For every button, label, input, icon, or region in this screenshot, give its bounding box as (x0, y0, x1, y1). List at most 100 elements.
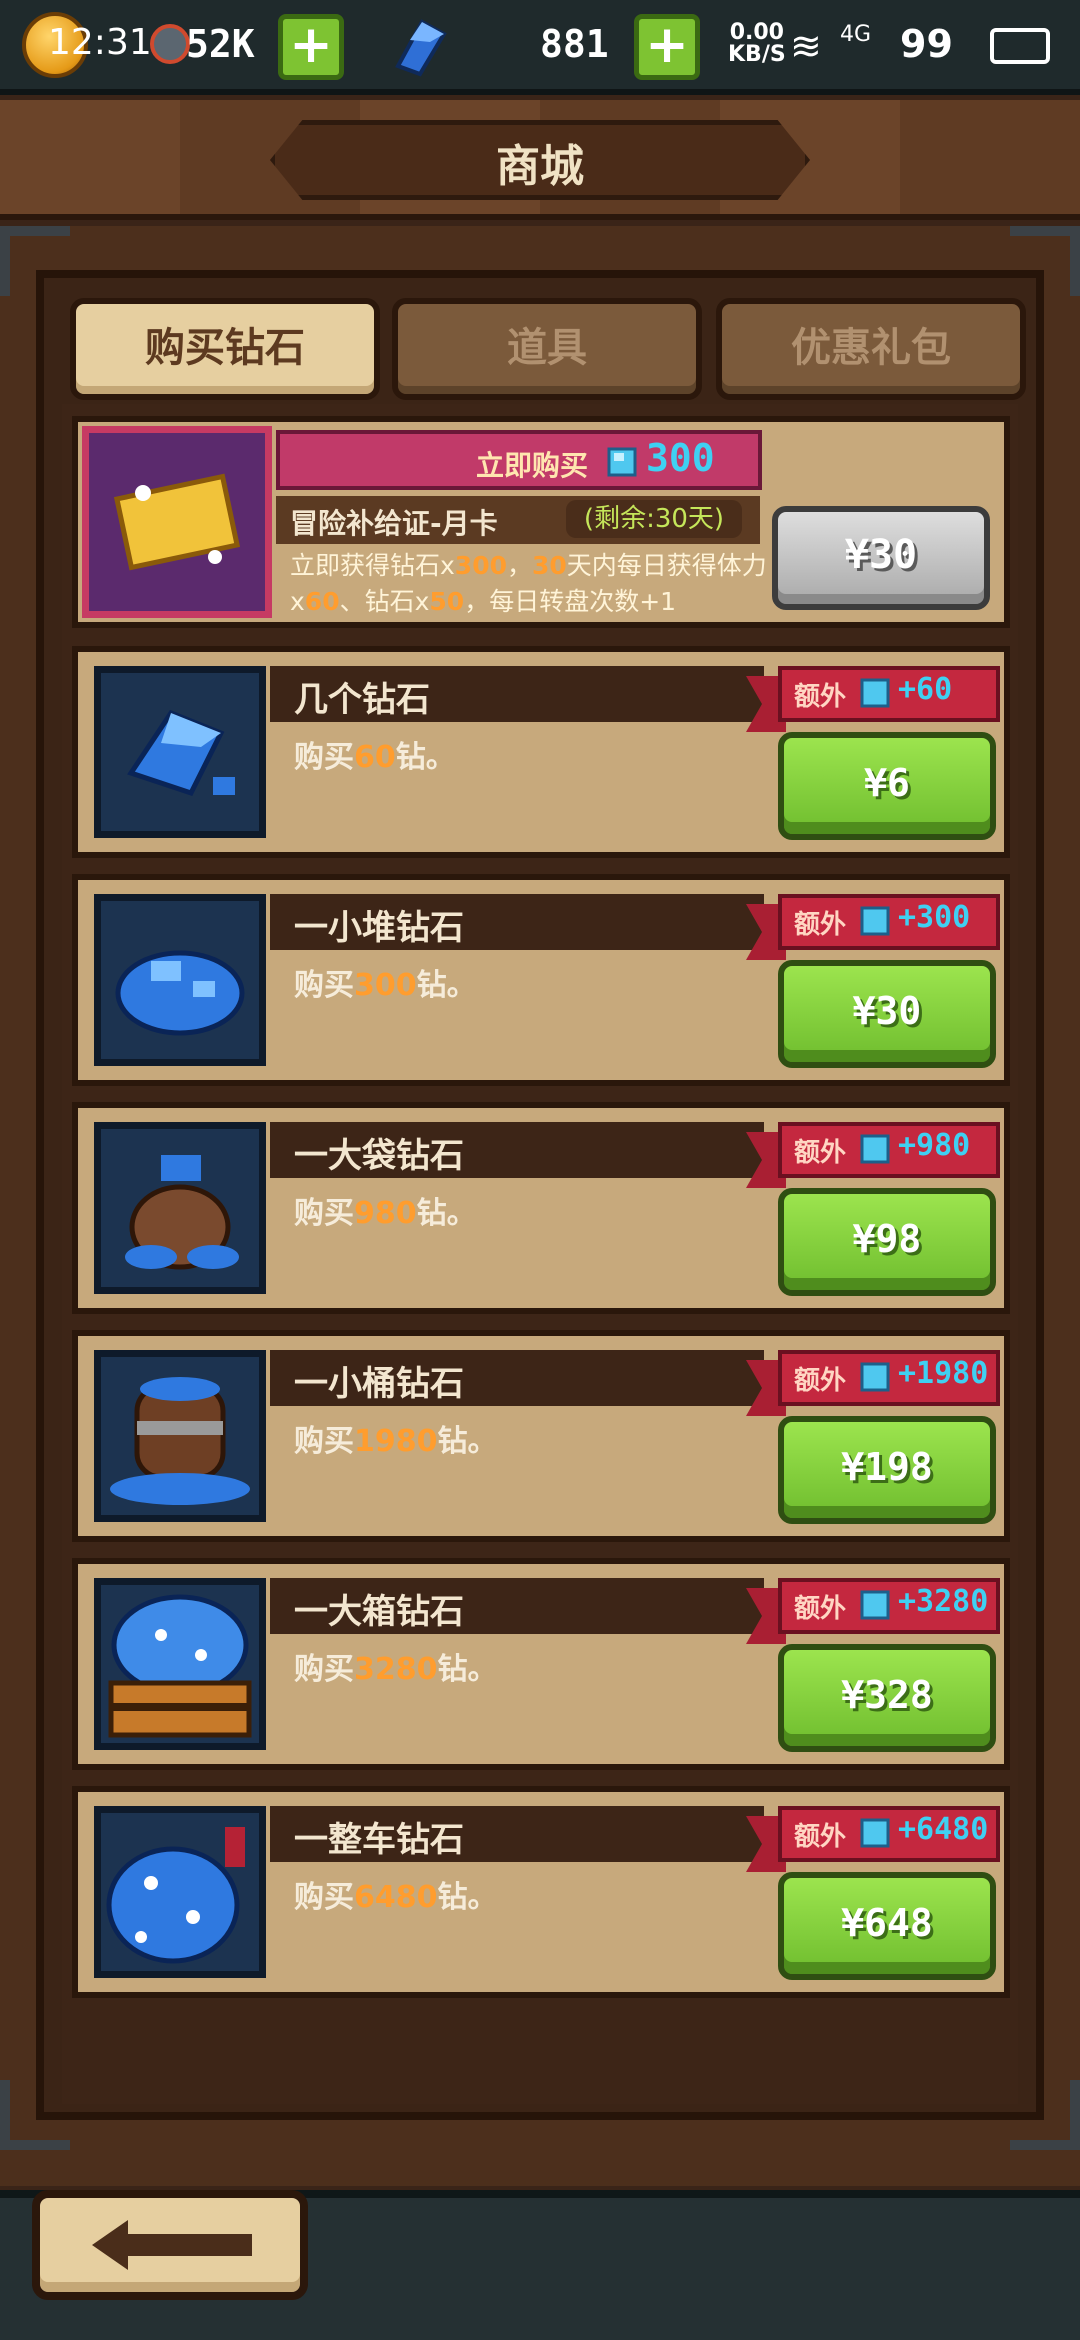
desc-prefix: 购买 (294, 1652, 354, 1687)
product-amount: 3280 (354, 1652, 438, 1687)
bonus-label: 额外 (794, 1822, 847, 1852)
product-amount: 980 (354, 1196, 417, 1231)
bonus-label: 额外 (794, 1138, 847, 1168)
desc-suffix: 钻。 (416, 968, 477, 1003)
diamond-barrel-icon (94, 1350, 266, 1522)
energy-count: 52K (186, 22, 255, 66)
buy-now-label: 立即购买 (476, 449, 589, 482)
product-name: 一整车钻石 (294, 1820, 464, 1860)
frame-corner-top-left (0, 226, 70, 296)
bonus-label: 额外 (794, 910, 847, 940)
gem-icon (395, 19, 447, 77)
product-description: 购买300钻。 (294, 960, 477, 1004)
gem-icon (860, 1818, 890, 1848)
product-name: 一大箱钻石 (294, 1592, 464, 1632)
desc-part: ， (506, 551, 532, 580)
monthly-card-remaining: (剩余:30天) (566, 500, 742, 538)
signal-icon: 4G (840, 22, 871, 47)
product-row: 一大袋钻石 购买980钻。 额外 +980 ¥98 (72, 1102, 1010, 1314)
product-amount: 1980 (354, 1424, 438, 1459)
gem-icon (607, 447, 637, 477)
buy-price-button[interactable]: ¥198 (778, 1416, 996, 1524)
product-name: 一大袋钻石 (294, 1136, 464, 1176)
diamond-bag-icon (94, 1122, 266, 1294)
network-speed: 0.00 KB/S (728, 22, 786, 66)
product-row: 一整车钻石 购买6480钻。 额外 +6480 ¥648 (72, 1786, 1010, 1998)
desc-suffix: 钻。 (437, 1424, 498, 1459)
energy-icon (150, 24, 190, 64)
product-amount: 6480 (354, 1880, 438, 1915)
product-amount: 300 (354, 968, 417, 1003)
gem-icon (860, 1590, 890, 1620)
page-title: 商城 (496, 141, 584, 192)
back-arrow-icon (92, 2220, 252, 2270)
diamond-cart-icon (94, 1806, 266, 1978)
desc-highlight: 30 (532, 551, 567, 580)
frame-corner-bottom-right (1010, 2080, 1080, 2150)
gem-icon (860, 1362, 890, 1392)
network-speed-value: 0.00 (729, 20, 784, 45)
desc-prefix: 购买 (294, 740, 354, 775)
product-name: 一小桶钻石 (294, 1364, 464, 1404)
add-energy-button[interactable]: + (278, 14, 344, 80)
bonus-value: +1980 (898, 1356, 989, 1391)
add-gems-button[interactable]: + (634, 14, 700, 80)
top-resource-bar: 12:31 52K + 881 + 0.00 KB/S ≋ 4G 99 (0, 0, 1080, 95)
desc-part: ，每日转盘次数+1 (464, 587, 677, 616)
desc-suffix: 钻。 (395, 740, 456, 775)
bonus-label: 额外 (794, 1594, 847, 1624)
product-row: 几个钻石 购买60钻。 额外 +60 ¥6 (72, 646, 1010, 858)
tab-items[interactable]: 道具 (392, 298, 702, 400)
buy-price-button[interactable]: ¥98 (778, 1188, 996, 1296)
gem-icon (860, 1134, 890, 1164)
product-description: 购买1980钻。 (294, 1416, 498, 1460)
buy-price-button[interactable]: ¥648 (778, 1872, 996, 1980)
status-time: 12:31 (48, 22, 152, 63)
battery-level: 99 (900, 22, 953, 66)
battery-icon (990, 28, 1050, 64)
product-description: 购买3280钻。 (294, 1644, 498, 1688)
monthly-pass-ticket-icon (82, 426, 272, 618)
product-name: 几个钻石 (294, 680, 430, 720)
tab-special-packs[interactable]: 优惠礼包 (716, 298, 1026, 400)
product-row: 一小桶钻石 购买1980钻。 额外 +1980 ¥198 (72, 1330, 1010, 1542)
tab-buy-diamonds[interactable]: 购买钻石 (70, 298, 380, 400)
product-row: 一小堆钻石 购买300钻。 额外 +300 ¥30 (72, 874, 1010, 1086)
desc-prefix: 购买 (294, 1880, 354, 1915)
bonus-label: 额外 (794, 682, 847, 712)
buy-price-button[interactable]: ¥328 (778, 1644, 996, 1752)
desc-suffix: 钻。 (437, 1880, 498, 1915)
instant-gem-value: 300 (646, 436, 715, 480)
desc-part: 、钻石x (339, 587, 430, 616)
bonus-label: 额外 (794, 1366, 847, 1396)
desc-highlight: 60 (304, 587, 340, 616)
desc-prefix: 购买 (294, 968, 354, 1003)
desc-prefix: 购买 (294, 1196, 354, 1231)
frame-corner-top-right (1010, 226, 1080, 296)
monthly-card-title: 冒险补给证-月卡 (290, 507, 498, 540)
network-speed-unit: KB/S (728, 42, 786, 67)
monthly-card-price-button[interactable]: ¥30 (772, 506, 990, 610)
desc-highlight: 300 (454, 551, 507, 580)
buy-price-button[interactable]: ¥30 (778, 960, 996, 1068)
bonus-value: +3280 (898, 1584, 989, 1619)
diamond-chest-icon (94, 1578, 266, 1750)
buy-price-button[interactable]: ¥6 (778, 732, 996, 840)
product-description: 购买6480钻。 (294, 1872, 498, 1916)
gem-count: 881 (540, 22, 609, 66)
diamond-pile-icon (94, 894, 266, 1066)
desc-part: 立即获得钻石x (290, 551, 455, 580)
bonus-value: +980 (898, 1128, 971, 1163)
network-type: 4G (840, 22, 872, 47)
desc-prefix: 购买 (294, 1424, 354, 1459)
gem-icon (860, 678, 890, 708)
product-amount: 60 (354, 740, 396, 775)
desc-part: x (290, 587, 305, 616)
diamond-few-icon (94, 666, 266, 838)
desc-suffix: 钻。 (437, 1652, 498, 1687)
bonus-value: +6480 (898, 1812, 989, 1847)
product-row: 一大箱钻石 购买3280钻。 额外 +3280 ¥328 (72, 1558, 1010, 1770)
desc-suffix: 钻。 (416, 1196, 477, 1231)
monthly-card-description: 立即获得钻石x300，30天内每日获得体力 x60、钻石x50，每日转盘次数+1 (290, 548, 770, 620)
product-name: 一小堆钻石 (294, 908, 464, 948)
